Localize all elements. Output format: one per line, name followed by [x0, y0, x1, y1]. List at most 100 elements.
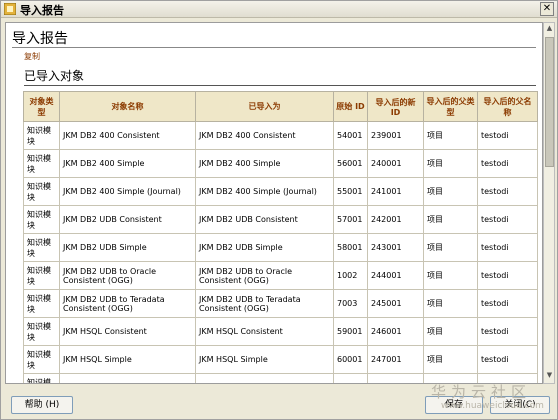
- table-row[interactable]: 知识模块 JKM DB2 UDB Simple JKM DB2 UDB Simple…: [23, 233, 538, 262]
- table-cell: JKM DB2 400 Simple (Journal): [195, 177, 334, 206]
- table-cell: testodi: [477, 121, 538, 150]
- table-cell: testodi: [477, 177, 538, 206]
- table-cell: 项目: [423, 289, 478, 318]
- table-cell: JKM DB2 400 Simple (Journal): [59, 177, 196, 206]
- column-header: 原始 ID: [333, 91, 368, 122]
- help-button[interactable]: 帮助 (H): [11, 396, 73, 414]
- table-cell: 1002: [333, 261, 368, 290]
- table-cell: JKM DB2 UDB to Oracle Consistent (OGG): [195, 261, 334, 290]
- table-cell: JKM DB2 400 Consistent: [195, 121, 334, 150]
- copy-link[interactable]: 复制: [24, 51, 40, 62]
- table-cell: [367, 373, 424, 383]
- table-cell: 知识模块: [23, 345, 60, 374]
- table-cell: 知识模块: [23, 121, 60, 150]
- table-row[interactable]: 知识模块 JKM DB2 UDB Consistent JKM DB2 UDB Co…: [23, 205, 538, 234]
- report-content: 导入报告 复制 已导入对象 对象类型 对象名称 已导入为 原始 ID 导入后的新…: [5, 22, 543, 384]
- table-cell: testodi: [477, 317, 538, 346]
- table-cell: 知识模块: [23, 261, 60, 290]
- table-cell: JKM HSQL Simple: [59, 345, 196, 374]
- table-cell: 知识模块: [23, 373, 60, 383]
- table-cell: 57001: [333, 205, 368, 234]
- table-cell: 项目: [423, 177, 478, 206]
- table-cell: 项目: [423, 205, 478, 234]
- table-cell: JKM DB2 UDB Simple: [195, 233, 334, 262]
- scroll-up-icon[interactable]: ▲: [545, 24, 554, 35]
- table-cell: 知识模块: [23, 289, 60, 318]
- table-cell: 59001: [333, 317, 368, 346]
- table-row[interactable]: 知识模块 JKM HSQL Simple JKM HSQL Simple 60001 2…: [23, 345, 538, 374]
- table-cell: 55001: [333, 177, 368, 206]
- table-cell: 知识模块: [23, 317, 60, 346]
- window-title: 导入报告: [20, 4, 64, 17]
- table-cell: 56001: [333, 149, 368, 178]
- table-header-row: 对象类型 对象名称 已导入为 原始 ID 导入后的新 ID 导入后的父类型 导入…: [23, 91, 538, 122]
- table-cell: 知识模块: [23, 177, 60, 206]
- table-cell: JKM DB2 400 Simple: [195, 149, 334, 178]
- column-header: 已导入为: [195, 91, 334, 122]
- table-cell: 项目: [423, 261, 478, 290]
- column-header: 对象类型: [23, 91, 60, 122]
- column-header: 导入后的新 ID: [367, 91, 424, 122]
- table-cell: JKM DB2 400 Consistent: [59, 121, 196, 150]
- table-cell: testodi: [477, 149, 538, 178]
- table-row[interactable]: 知识模块 JKM DB2 400 Simple JKM DB2 400 Simple…: [23, 149, 538, 178]
- table-cell: JKM DB2 UDB Consistent: [195, 205, 334, 234]
- table-row[interactable]: 知识模块 JKM DB2 UDB to Teradata Consistent (…: [23, 289, 538, 318]
- table-cell: 知识模块: [23, 205, 60, 234]
- app-icon: [4, 3, 16, 15]
- table-cell: 239001: [367, 121, 424, 150]
- table-cell: 240001: [367, 149, 424, 178]
- scroll-down-icon[interactable]: ▼: [545, 371, 554, 382]
- table-cell: 242001: [367, 205, 424, 234]
- watermark-text: 华为云社区: [431, 383, 532, 401]
- close-window-button[interactable]: ✕: [540, 2, 554, 16]
- table-cell: testodi: [477, 205, 538, 234]
- table-cell: JKM DB2 400 Simple: [59, 149, 196, 178]
- table-cell: 项目: [423, 345, 478, 374]
- table-cell: testodi: [477, 261, 538, 290]
- table-cell: 58001: [333, 233, 368, 262]
- table-cell: 245001: [367, 289, 424, 318]
- table-cell: JKM HSQL Consistent: [59, 317, 196, 346]
- table-cell: JKM DB2 UDB to Oracle Consistent (OGG): [59, 261, 196, 290]
- table-cell: 243001: [367, 233, 424, 262]
- table-cell: testodi: [477, 289, 538, 318]
- table-cell: 244001: [367, 261, 424, 290]
- table-cell: 项目: [423, 233, 478, 262]
- table-cell: JKM DB2 UDB to Teradata Consistent (OGG): [195, 289, 334, 318]
- table-cell: JKM DB2 UDB to Teradata Consistent (OGG): [59, 289, 196, 318]
- table-cell: 247001: [367, 345, 424, 374]
- column-header: 对象名称: [59, 91, 196, 122]
- table-cell: 7003: [333, 289, 368, 318]
- table-row[interactable]: 知识模块 JKM DB2 400 Simple (Journal) JKM DB2 …: [23, 177, 538, 206]
- table-cell: 246001: [367, 317, 424, 346]
- table-row[interactable]: 知识模块 JKM DB2 400 Consistent JKM DB2 400 Co…: [23, 121, 538, 150]
- vertical-scrollbar[interactable]: ▲ ▼: [543, 22, 555, 384]
- import-report-window: 导入报告 ✕ 导入报告 复制 已导入对象 对象类型 对象名称 已导入为 原始 I…: [0, 0, 558, 420]
- column-header: 导入后的父名称: [477, 91, 538, 122]
- table-cell: 54001: [333, 121, 368, 150]
- table-cell: JKM HSQL Consistent: [195, 317, 334, 346]
- report-title: 导入报告: [12, 31, 68, 47]
- table-cell: 项目: [423, 317, 478, 346]
- title-bar: 导入报告 ✕: [1, 1, 557, 18]
- table-cell: [195, 373, 334, 383]
- divider: [24, 85, 536, 86]
- table-row[interactable]: 知识模块 JKM HSQL Consistent JKM HSQL Consiste…: [23, 317, 538, 346]
- table-cell: JKM DB2 UDB Simple: [59, 233, 196, 262]
- section-title: 已导入对象: [24, 69, 85, 83]
- table-cell: JKM HSQL Simple: [195, 345, 334, 374]
- table-cell: JKM DB2 UDB Consistent: [59, 205, 196, 234]
- table-cell: 241001: [367, 177, 424, 206]
- table-cell: [333, 373, 368, 383]
- table-cell: 60001: [333, 345, 368, 374]
- column-header: 导入后的父类型: [423, 91, 478, 122]
- table-cell: testodi: [477, 233, 538, 262]
- table-row[interactable]: 知识模块 JKM DB2 UDB to Oracle Consistent (OG…: [23, 261, 538, 290]
- table-cell: 知识模块: [23, 149, 60, 178]
- imported-objects-table: 对象类型 对象名称 已导入为 原始 ID 导入后的新 ID 导入后的父类型 导入…: [23, 91, 538, 383]
- table-cell: [59, 373, 196, 383]
- watermark-url: www.huaweicloud.com: [441, 401, 544, 411]
- table-cell: testodi: [477, 345, 538, 374]
- scrollbar-thumb[interactable]: [545, 37, 554, 167]
